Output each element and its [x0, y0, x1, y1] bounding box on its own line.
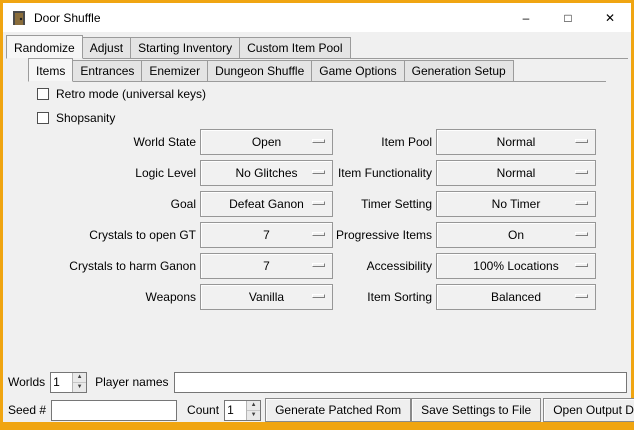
titlebar: Door Shuffle – □ ✕ [3, 3, 631, 32]
window-controls: – □ ✕ [505, 3, 631, 32]
tab-game-options[interactable]: Game Options [311, 60, 404, 81]
spin-up-icon[interactable]: ▲ [247, 401, 260, 411]
tab-randomize[interactable]: Randomize [6, 35, 83, 59]
crystals-open-gt-dropdown[interactable]: 7 [200, 222, 333, 248]
dropdown-indicator-icon [312, 263, 325, 267]
option-row: Weapons Vanilla Item Sorting Balanced [30, 281, 596, 312]
options-grid: World State Open Item Pool Normal Logic … [30, 126, 596, 312]
option-row: Crystals to open GT 7 Progressive Items … [30, 219, 596, 250]
progressive-items-dropdown[interactable]: On [436, 222, 596, 248]
crystals-harm-ganon-dropdown[interactable]: 7 [200, 253, 333, 279]
world-state-label: World State [30, 135, 196, 149]
goal-label: Goal [30, 197, 196, 211]
option-row: Crystals to harm Ganon 7 Accessibility 1… [30, 250, 596, 281]
seed-label: Seed # [8, 403, 46, 417]
logic-level-dropdown[interactable]: No Glitches [200, 160, 333, 186]
retro-mode-label: Retro mode (universal keys) [56, 87, 206, 101]
count-label: Count [187, 403, 219, 417]
spin-arrows: ▲ ▼ [246, 401, 260, 420]
count-input[interactable] [225, 401, 246, 420]
worlds-label: Worlds [8, 375, 45, 389]
seed-input[interactable] [51, 400, 177, 421]
checkbox-icon[interactable] [37, 112, 49, 124]
dropdown-indicator-icon [575, 170, 588, 174]
dropdown-indicator-icon [575, 139, 588, 143]
generate-patched-rom-button[interactable]: Generate Patched Rom [265, 398, 411, 422]
retro-mode-checkbox[interactable]: Retro mode (universal keys) [37, 86, 206, 102]
crystals-harm-ganon-label: Crystals to harm Ganon [30, 259, 196, 273]
option-row: Goal Defeat Ganon Timer Setting No Timer [30, 188, 596, 219]
option-row: World State Open Item Pool Normal [30, 126, 596, 157]
tab-adjust[interactable]: Adjust [82, 37, 131, 58]
spin-down-icon[interactable]: ▼ [73, 383, 86, 392]
player-names-input[interactable] [174, 372, 628, 393]
tab-entrances[interactable]: Entrances [72, 60, 142, 81]
tab-custom-item-pool[interactable]: Custom Item Pool [239, 37, 350, 58]
save-settings-button[interactable]: Save Settings to File [411, 398, 541, 422]
world-state-dropdown[interactable]: Open [200, 129, 333, 155]
spin-arrows: ▲ ▼ [72, 373, 86, 392]
option-row: Logic Level No Glitches Item Functionali… [30, 157, 596, 188]
weapons-dropdown[interactable]: Vanilla [200, 284, 333, 310]
worlds-row: Worlds ▲ ▼ Player names [8, 370, 627, 394]
spin-down-icon[interactable]: ▼ [247, 411, 260, 420]
item-pool-dropdown[interactable]: Normal [436, 129, 596, 155]
player-names-label: Player names [95, 375, 168, 389]
shopsanity-checkbox[interactable]: Shopsanity [37, 110, 115, 126]
window-title: Door Shuffle [34, 11, 101, 25]
dropdown-indicator-icon [575, 232, 588, 236]
spin-up-icon[interactable]: ▲ [73, 373, 86, 383]
outer-tabbar: Randomize Adjust Starting Inventory Cust… [6, 36, 628, 59]
maximize-icon[interactable]: □ [547, 3, 589, 32]
tab-generation-setup[interactable]: Generation Setup [404, 60, 514, 81]
app-window: Door Shuffle – □ ✕ Randomize Adjust Star… [0, 0, 634, 430]
dropdown-indicator-icon [312, 170, 325, 174]
progressive-items-label: Progressive Items [333, 228, 432, 242]
dropdown-indicator-icon [312, 232, 325, 236]
dropdown-indicator-icon [575, 201, 588, 205]
close-icon[interactable]: ✕ [589, 3, 631, 32]
dropdown-indicator-icon [575, 294, 588, 298]
client-area: Randomize Adjust Starting Inventory Cust… [3, 32, 631, 422]
tab-starting-inventory[interactable]: Starting Inventory [130, 37, 240, 58]
item-functionality-dropdown[interactable]: Normal [436, 160, 596, 186]
count-spinner[interactable]: ▲ ▼ [224, 400, 261, 421]
worlds-input[interactable] [51, 373, 72, 392]
item-pool-label: Item Pool [333, 135, 432, 149]
accessibility-label: Accessibility [333, 259, 432, 273]
minimize-icon[interactable]: – [505, 3, 547, 32]
tab-items[interactable]: Items [28, 58, 73, 82]
seed-row: Seed # Count ▲ ▼ Generate Patched Rom Sa… [8, 398, 627, 422]
tab-dungeon-shuffle[interactable]: Dungeon Shuffle [207, 60, 312, 81]
app-icon [11, 10, 27, 26]
checkbox-icon[interactable] [37, 88, 49, 100]
item-sorting-dropdown[interactable]: Balanced [436, 284, 596, 310]
tab-enemizer[interactable]: Enemizer [141, 60, 208, 81]
dropdown-indicator-icon [575, 263, 588, 267]
item-functionality-label: Item Functionality [333, 166, 432, 180]
goal-dropdown[interactable]: Defeat Ganon [200, 191, 333, 217]
timer-setting-dropdown[interactable]: No Timer [436, 191, 596, 217]
crystals-open-gt-label: Crystals to open GT [30, 228, 196, 242]
accessibility-dropdown[interactable]: 100% Locations [436, 253, 596, 279]
shopsanity-label: Shopsanity [56, 111, 115, 125]
inner-tabbar: Items Entrances Enemizer Dungeon Shuffle… [28, 59, 606, 82]
weapons-label: Weapons [30, 290, 196, 304]
item-sorting-label: Item Sorting [333, 290, 432, 304]
timer-setting-label: Timer Setting [333, 197, 432, 211]
logic-level-label: Logic Level [30, 166, 196, 180]
dropdown-indicator-icon [312, 201, 325, 205]
open-output-directory-button[interactable]: Open Output Directory [543, 398, 634, 422]
worlds-spinner[interactable]: ▲ ▼ [50, 372, 87, 393]
dropdown-indicator-icon [312, 139, 325, 143]
dropdown-indicator-icon [312, 294, 325, 298]
